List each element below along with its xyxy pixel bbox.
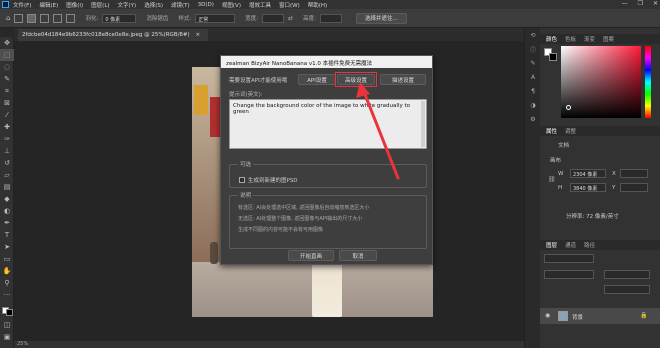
blend-mode-select[interactable]	[544, 270, 594, 279]
lock-icon[interactable]: 🔒	[640, 312, 647, 319]
background-color-swatch[interactable]	[549, 53, 557, 61]
color-panel-tabs: 颜色 色板 渐变 图案	[540, 34, 660, 44]
paragraph-panel-icon[interactable]: ¶	[525, 84, 541, 98]
tab-swatches[interactable]: 色板	[565, 35, 576, 43]
opacity-field[interactable]	[604, 270, 650, 279]
width-prop-label: W	[558, 171, 564, 177]
character-panel-icon[interactable]: A	[525, 70, 541, 84]
color-picker-field[interactable]	[561, 46, 641, 118]
canvas-section-label[interactable]: 画布	[550, 156, 561, 164]
tab-paths[interactable]: 路径	[584, 241, 595, 249]
canvas-height-field[interactable]: 3840 像素	[570, 183, 606, 192]
brush-panel-icon[interactable]: ✎	[525, 56, 541, 70]
info-panel-icon[interactable]: ⓘ	[525, 42, 541, 56]
hue-slider[interactable]	[645, 46, 651, 118]
layers-panel-tabs: 图层 通道 路径	[540, 240, 660, 250]
tab-channels[interactable]: 通道	[565, 241, 576, 249]
fill-field[interactable]	[604, 285, 650, 294]
layer-filter-select[interactable]	[544, 254, 594, 263]
tab-properties[interactable]: 属性	[546, 127, 557, 135]
panel-icon-column: ⟲ ⓘ ✎ A ¶ ◑ ⚙	[524, 28, 540, 348]
properties-panel-tabs: 属性 调整	[540, 126, 660, 136]
x-prop-label: X	[612, 171, 616, 177]
height-prop-label: H	[558, 185, 563, 191]
tab-patterns[interactable]: 图案	[603, 35, 614, 43]
layer-thumbnail	[558, 311, 568, 321]
y-prop-label: Y	[612, 185, 616, 191]
plugin-panel-icon[interactable]: ⚙	[525, 112, 541, 126]
tab-layers[interactable]: 图层	[546, 241, 557, 249]
history-panel-icon[interactable]: ⟲	[525, 28, 541, 42]
layer-name[interactable]: 背景	[572, 313, 583, 321]
tab-color[interactable]: 颜色	[546, 35, 557, 43]
resolution-label: 分辨率: 72 像素/英寸	[566, 214, 619, 220]
canvas-width-field[interactable]: 2304 像素	[570, 169, 606, 178]
visibility-eye-icon[interactable]: ◉	[545, 312, 550, 319]
link-dimensions-icon[interactable]: ⛓	[548, 176, 556, 183]
adjustments-panel-icon[interactable]: ◑	[525, 98, 541, 112]
color-picker-handle[interactable]	[566, 105, 571, 110]
canvas-y-field[interactable]	[620, 183, 648, 192]
right-panel: 颜色 色板 渐变 图案 属性 调整 文档 画布 W 2304 像素 X H 38…	[540, 28, 660, 348]
document-label: 文档	[558, 143, 570, 149]
canvas-x-field[interactable]	[620, 169, 648, 178]
tab-gradients[interactable]: 渐变	[584, 35, 595, 43]
tab-adjustments[interactable]: 调整	[565, 127, 576, 135]
